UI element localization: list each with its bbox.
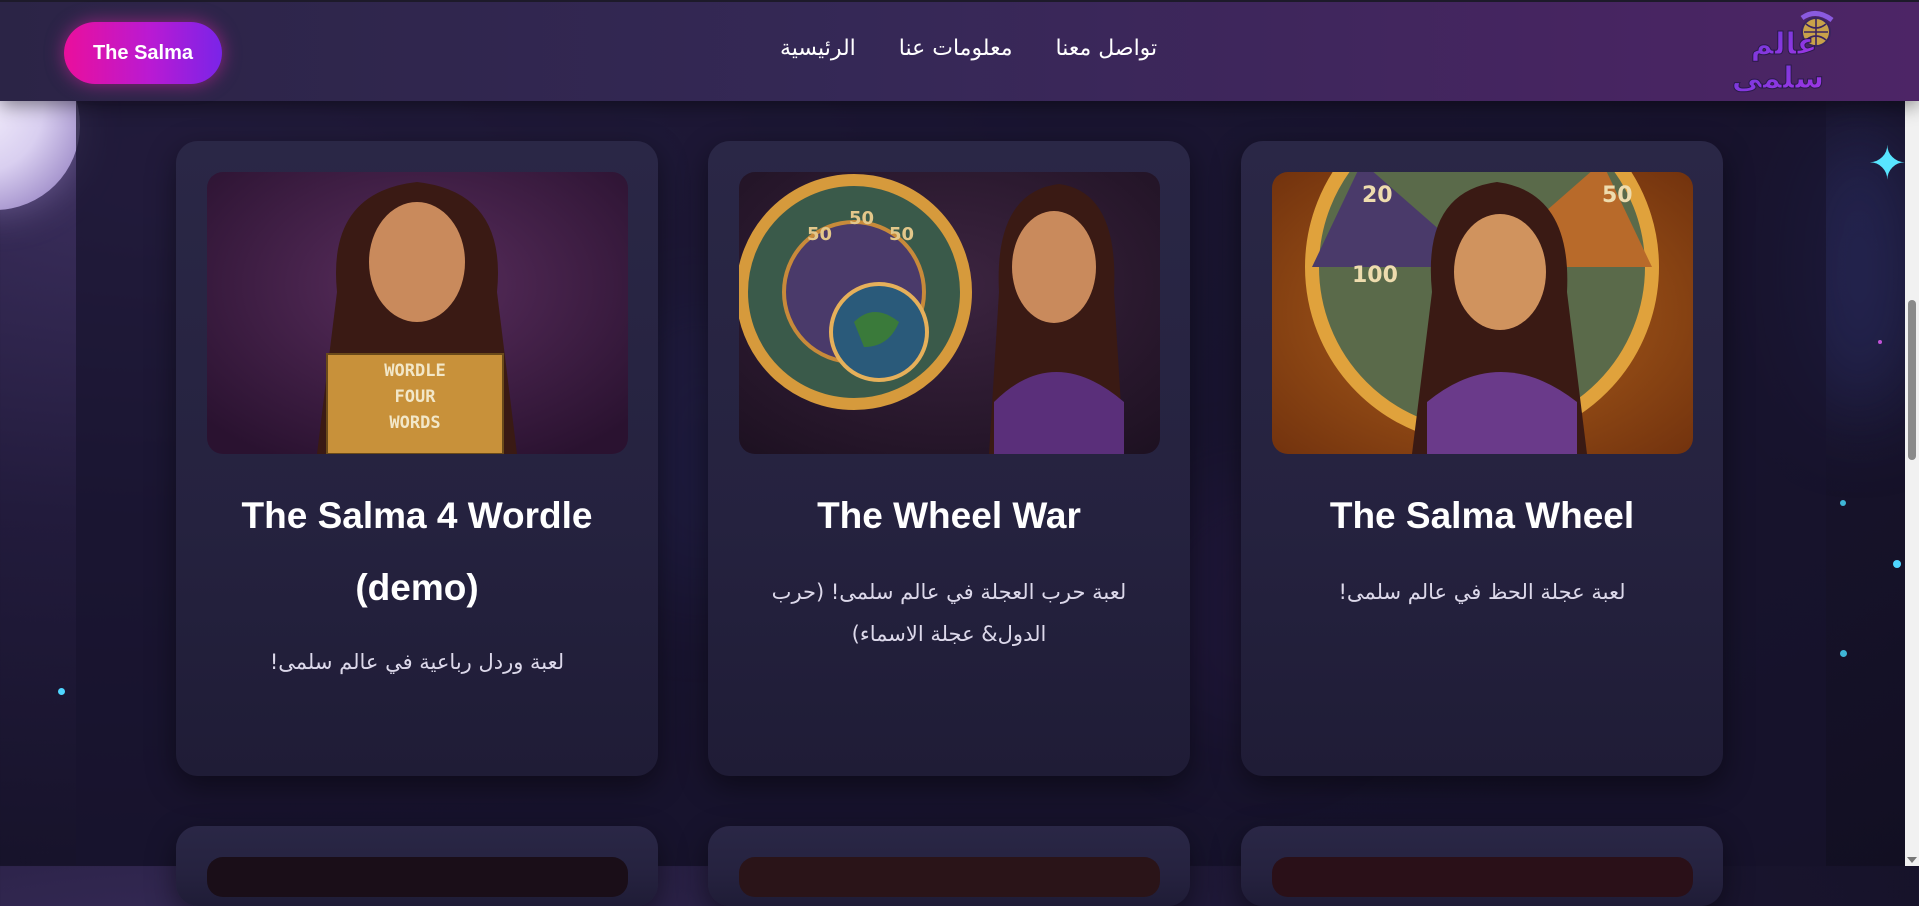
- svg-text:50: 50: [849, 208, 874, 229]
- svg-text:سلمى: سلمى: [1732, 61, 1824, 96]
- top-navbar: The Salma الرئيسية معلومات عنا تواصل معن…: [0, 0, 1919, 101]
- svg-text:100: 100: [1352, 263, 1398, 288]
- nav-link-home[interactable]: الرئيسية: [780, 36, 856, 70]
- card-image: [739, 857, 1160, 897]
- star-dot: [1878, 340, 1882, 344]
- svg-text:20: 20: [1362, 183, 1393, 208]
- svg-text:50: 50: [1602, 183, 1633, 208]
- nav-links: الرئيسية معلومات عنا تواصل معنا: [780, 36, 1157, 70]
- page-scrollbar[interactable]: [1905, 0, 1919, 866]
- card-image: [1272, 857, 1693, 897]
- star-dot: [1840, 650, 1847, 657]
- svg-text:عالم: عالم: [1751, 27, 1818, 62]
- star-dot: [58, 688, 65, 695]
- card-description: لعبة وردل رباعية في عالم سلمى!: [269, 650, 565, 674]
- game-card-salma-wheel[interactable]: 100 50 20 The Salma Wheel لعبة عجلة الحظ ف…: [1241, 141, 1723, 776]
- girl-with-wordle-board-image: WORDLE FOUR WORDS: [207, 172, 628, 454]
- scrollbar-thumb[interactable]: [1908, 300, 1916, 460]
- card-description: لعبة حرب العجلة في عالم سلمى! (حرب الدول…: [771, 580, 1127, 646]
- scroll-down-arrow-icon[interactable]: [1907, 857, 1917, 863]
- sparkle-icon: ✦: [1868, 136, 1907, 190]
- star-dot: [1893, 560, 1901, 568]
- game-card-partial[interactable]: [176, 826, 658, 906]
- svg-text:WORDS: WORDS: [389, 413, 440, 433]
- game-card-salma-4-wordle[interactable]: WORDLE FOUR WORDS The Salma 4 Wordle (de…: [176, 141, 658, 776]
- girl-with-globe-wheel-image: 50 50 50: [739, 172, 1160, 454]
- game-card-wheel-war[interactable]: 50 50 50 The Wheel War لعبة حرب العجلة في …: [708, 141, 1190, 776]
- svg-text:WORDLE: WORDLE: [384, 361, 445, 381]
- card-image: [207, 857, 628, 897]
- nav-link-contact[interactable]: تواصل معنا: [1056, 36, 1158, 70]
- svg-text:FOUR: FOUR: [395, 387, 437, 407]
- card-description: لعبة عجلة الحظ في عالم سلمى!: [1338, 580, 1626, 604]
- card-title: The Salma Wheel: [1329, 495, 1635, 536]
- girl-with-fortune-wheel-image: 100 50 20: [1272, 172, 1693, 454]
- site-logo[interactable]: عالم سلمى: [1722, 10, 1840, 97]
- nav-link-about[interactable]: معلومات عنا: [899, 36, 1013, 70]
- card-title: The Salma 4 Wordle (demo): [241, 495, 593, 608]
- logo-icon: عالم سلمى: [1731, 11, 1834, 97]
- brand-button[interactable]: The Salma: [64, 22, 222, 84]
- card-title: The Wheel War: [817, 495, 1081, 536]
- star-dot: [1840, 500, 1846, 506]
- svg-text:50: 50: [889, 224, 914, 245]
- game-card-partial[interactable]: [708, 826, 1190, 906]
- svg-text:50: 50: [807, 224, 832, 245]
- game-card-partial[interactable]: [1241, 826, 1723, 906]
